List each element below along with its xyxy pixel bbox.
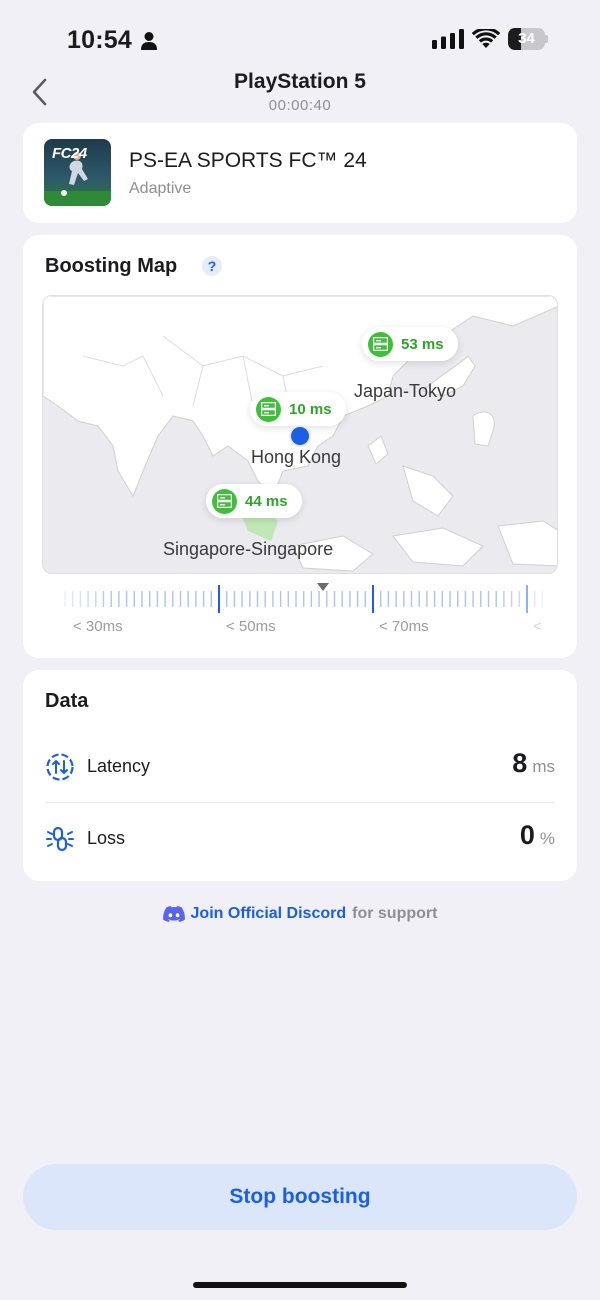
- battery-icon: 34: [508, 28, 548, 50]
- loss-value: 0: [519, 820, 535, 850]
- slider-label: < 70ms: [379, 618, 429, 635]
- divider: [45, 802, 555, 803]
- page-title: PlayStation 5: [234, 70, 366, 93]
- server-icon: [256, 396, 281, 422]
- stop-boosting-button[interactable]: Stop boosting: [23, 1164, 577, 1230]
- packet-loss-icon: [46, 826, 74, 852]
- latency-label: Latency: [87, 756, 151, 776]
- game-name: PS-EA SPORTS FC™ 24: [129, 149, 367, 172]
- session-timer: 00:00:40: [268, 97, 332, 114]
- latency-unit: ms: [532, 757, 555, 776]
- discord-icon: [162, 906, 185, 922]
- latency-value: 8: [512, 748, 528, 778]
- game-card: FC24 PS-EA SPORTS FC™ 24 Adaptive: [23, 123, 577, 223]
- discord-support-text: for support: [352, 905, 438, 922]
- latency-row: Latency 8 ms: [45, 742, 555, 792]
- server-latency-pill[interactable]: 53 ms: [362, 327, 458, 361]
- boosting-map-card: Boosting Map ? 53 ms Japan-Tokyo 10 ms H…: [23, 235, 577, 658]
- loss-label: Loss: [87, 828, 126, 848]
- server-city: Japan-Tokyo: [354, 381, 457, 401]
- loss-row: Loss 0 %: [45, 814, 555, 864]
- slider-label: <: [533, 618, 542, 635]
- server-city: Singapore-Singapore: [163, 539, 334, 559]
- game-logo-text: FC24: [52, 145, 87, 162]
- boost-mode: Adaptive: [129, 180, 192, 197]
- server-icon: [368, 331, 393, 357]
- wifi-icon: [472, 29, 500, 48]
- help-icon[interactable]: ?: [202, 256, 222, 276]
- cellular-signal-icon: [432, 29, 464, 49]
- server-latency-pill[interactable]: 10 ms: [250, 392, 346, 426]
- loss-unit: %: [539, 829, 555, 848]
- server-icon: [212, 488, 237, 514]
- latency-icon: [46, 753, 74, 781]
- battery-percent: 34: [518, 30, 535, 47]
- home-indicator[interactable]: [193, 1282, 407, 1288]
- location-pin-icon: [289, 425, 311, 447]
- boosting-map[interactable]: 53 ms Japan-Tokyo 10 ms Hong Kong 44 ms …: [42, 295, 558, 574]
- server-latency: 53 ms: [401, 335, 444, 353]
- status-time: 10:54: [67, 26, 132, 54]
- person-icon: [141, 32, 157, 50]
- slider-label: < 30ms: [73, 618, 123, 635]
- data-title: Data: [45, 690, 89, 712]
- data-card: Data Latency 8 ms Loss 0 %: [23, 670, 577, 881]
- boosting-map-title: Boosting Map: [45, 255, 178, 277]
- slider-label: < 50ms: [226, 618, 276, 635]
- server-latency: 10 ms: [289, 400, 332, 418]
- server-latency: 44 ms: [245, 492, 288, 510]
- status-bar: 10:54 34: [0, 0, 600, 80]
- latency-threshold-slider[interactable]: [63, 583, 543, 613]
- discord-link[interactable]: Join Official Discord: [191, 905, 347, 923]
- discord-support: Join Official Discord for support: [0, 905, 600, 923]
- server-city: Hong Kong: [251, 447, 342, 467]
- server-latency-pill[interactable]: 44 ms: [206, 484, 302, 518]
- slider-thumb-indicator[interactable]: [317, 583, 329, 591]
- game-thumbnail: FC24: [44, 139, 111, 206]
